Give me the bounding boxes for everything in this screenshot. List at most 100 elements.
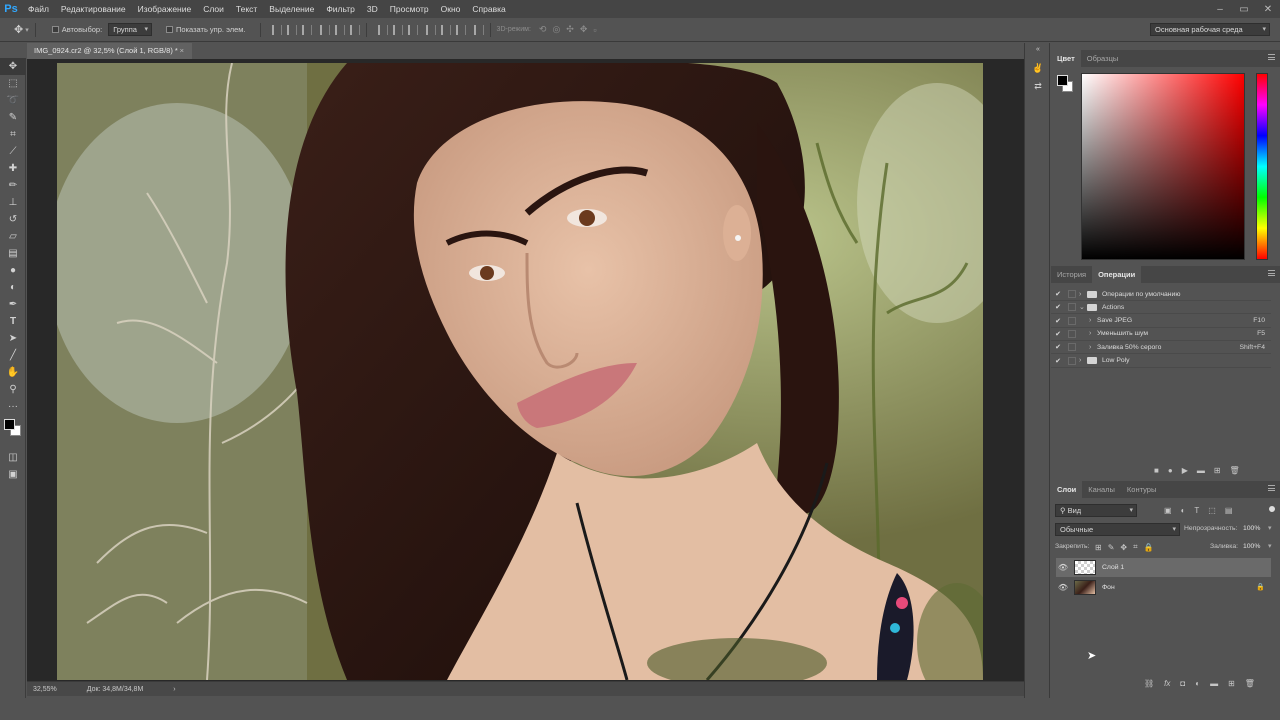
auto-align-icon[interactable] — [473, 24, 484, 35]
close-tab-icon[interactable]: × — [180, 43, 184, 59]
menu-item[interactable]: Слои — [197, 0, 230, 18]
menu-item[interactable]: Окно — [435, 0, 467, 18]
action-set-row[interactable]: ✔ › Low Poly — [1051, 355, 1271, 368]
hand-tool-icon[interactable]: ✋ — [0, 364, 26, 381]
action-toggle-check-icon[interactable]: ✔ — [1051, 330, 1065, 338]
filter-shape-icon[interactable]: ⬚ — [1208, 506, 1216, 515]
gradient-tool-icon[interactable]: ▤ — [0, 245, 26, 262]
opacity-chevron-icon[interactable]: ▾ — [1268, 524, 1272, 532]
3d-rotate-icon[interactable]: ⟲ — [539, 24, 547, 35]
opacity-value[interactable]: 100% — [1243, 525, 1260, 532]
menu-item[interactable]: Просмотр — [384, 0, 435, 18]
tab-actions[interactable]: Операции — [1092, 266, 1142, 283]
eyedropper-tool-icon[interactable]: ⟋ — [0, 143, 26, 160]
fg-bg-mini-swatch[interactable] — [1057, 75, 1073, 93]
menu-item[interactable]: Текст — [230, 0, 263, 18]
dialog-toggle-box[interactable] — [1068, 303, 1076, 312]
filter-type-icon[interactable]: T — [1194, 506, 1199, 515]
healing-brush-tool-icon[interactable]: ✚ — [0, 160, 26, 177]
3d-slide-icon[interactable]: ✥ — [580, 24, 588, 35]
layer-name[interactable]: Фон — [1102, 584, 1115, 591]
align-right-icon[interactable] — [349, 24, 360, 35]
lock-position-icon[interactable]: ✥ — [1120, 543, 1127, 552]
marquee-tool-icon[interactable]: ⬚ — [0, 75, 26, 92]
link-layers-icon[interactable]: ⛓ — [1144, 679, 1154, 688]
photo-canvas[interactable] — [57, 63, 983, 680]
lock-all-icon[interactable]: 🔒 — [1144, 543, 1154, 552]
visibility-eye-icon[interactable]: 👁 — [1056, 563, 1070, 572]
expand-arrow-down-icon[interactable]: ⌄ — [1079, 303, 1087, 311]
zoom-level[interactable]: 32,55% — [33, 686, 57, 693]
distribute-top-icon[interactable] — [377, 24, 388, 35]
dialog-toggle-box[interactable] — [1068, 343, 1076, 352]
align-hcenter-icon[interactable] — [334, 24, 345, 35]
new-layer-icon[interactable]: ⊞ — [1228, 679, 1235, 688]
stop-icon[interactable]: ■ — [1154, 466, 1159, 475]
eraser-tool-icon[interactable]: ▱ — [0, 228, 26, 245]
type-tool-icon[interactable]: T — [0, 313, 26, 330]
brush-tool-icon[interactable]: ✏ — [0, 177, 26, 194]
dialog-toggle-box[interactable] — [1068, 290, 1076, 298]
menu-item[interactable]: Изображение — [132, 0, 198, 18]
layer-filter-dropdown[interactable]: ⚲ Вид — [1055, 504, 1137, 517]
expand-arrow-right-icon[interactable]: › — [1079, 291, 1087, 298]
new-group-icon[interactable]: ▬ — [1210, 679, 1218, 688]
expand-arrow-right-icon[interactable]: › — [1089, 330, 1097, 337]
distribute-bottom-icon[interactable] — [407, 24, 418, 35]
tab-color[interactable]: Цвет — [1051, 50, 1081, 67]
3d-roll-icon[interactable]: ◎ — [552, 24, 560, 35]
tab-paths[interactable]: Контуры — [1121, 481, 1162, 498]
pen-tool-icon[interactable]: ✒ — [0, 296, 26, 313]
blend-mode-dropdown[interactable]: Обычные — [1055, 523, 1180, 536]
action-toggle-check-icon[interactable]: ✔ — [1051, 303, 1065, 311]
fill-chevron-icon[interactable]: ▾ — [1268, 542, 1272, 550]
align-bottom-icon[interactable] — [301, 24, 312, 35]
close-icon[interactable]: ✕ — [1256, 0, 1280, 18]
lock-image-icon[interactable]: ✎ — [1108, 543, 1115, 552]
3d-drag-icon[interactable]: ✣ — [566, 24, 574, 35]
blur-tool-icon[interactable]: ● — [0, 262, 26, 279]
actions-panel-menu-icon[interactable] — [1268, 270, 1275, 276]
dialog-toggle-box[interactable] — [1068, 329, 1076, 338]
layer-name[interactable]: Слой 1 — [1102, 564, 1124, 571]
layers-panel-menu-icon[interactable] — [1268, 485, 1275, 491]
menu-item[interactable]: Справка — [466, 0, 511, 18]
document-tab[interactable]: IMG_0924.cr2 @ 32,5% (Слой 1, RGB/8) * × — [27, 43, 192, 59]
delete-layer-icon[interactable]: 🗑 — [1245, 679, 1255, 688]
lasso-tool-icon[interactable]: ➰ — [0, 92, 26, 109]
dialog-toggle-box[interactable] — [1068, 356, 1076, 365]
align-left-icon[interactable] — [319, 24, 330, 35]
action-set-row[interactable]: ✔ ⌄ Actions — [1051, 301, 1271, 315]
expand-arrow-right-icon[interactable]: › — [1079, 357, 1087, 364]
workspace-dropdown[interactable]: Основная рабочая среда — [1150, 23, 1270, 36]
layer-row[interactable]: 👁 Фон 🔒 — [1056, 578, 1271, 597]
move-tool-icon[interactable]: ✥ — [14, 23, 23, 36]
crop-tool-icon[interactable]: ⌗ — [0, 126, 26, 143]
maximize-icon[interactable]: ▭ — [1232, 0, 1256, 18]
menu-item[interactable]: Фильтр — [320, 0, 361, 18]
lock-transparent-icon[interactable]: ⊞ — [1095, 543, 1102, 552]
filter-smart-icon[interactable]: ▤ — [1225, 506, 1233, 515]
action-row[interactable]: ✔ › Уменьшить шум F5 — [1051, 328, 1271, 341]
more-tools-icon[interactable]: ··· — [0, 398, 26, 415]
fill-value[interactable]: 100% — [1243, 543, 1260, 550]
action-toggle-check-icon[interactable]: ✔ — [1051, 357, 1065, 365]
tab-history[interactable]: История — [1051, 266, 1092, 283]
new-set-icon[interactable]: ▬ — [1197, 466, 1205, 475]
collapse-arrows-icon[interactable]: « — [1025, 43, 1051, 55]
menu-item[interactable]: Редактирование — [55, 0, 132, 18]
action-row[interactable]: ✔ › Save JPEG F10 — [1051, 315, 1271, 328]
autoselect-checkbox[interactable] — [51, 26, 59, 33]
dialog-toggle-box[interactable] — [1068, 316, 1076, 325]
visibility-eye-icon[interactable]: 👁 — [1056, 583, 1070, 592]
layer-mask-icon[interactable]: ◘ — [1180, 679, 1185, 688]
canvas-area[interactable] — [27, 59, 1024, 681]
new-action-icon[interactable]: ⊞ — [1214, 466, 1221, 475]
status-menu-arrow-icon[interactable]: › — [173, 686, 175, 693]
expand-arrow-right-icon[interactable]: › — [1089, 317, 1097, 324]
record-icon[interactable]: ● — [1168, 466, 1173, 475]
path-selection-tool-icon[interactable]: ➤ — [0, 330, 26, 347]
color-field[interactable] — [1081, 73, 1245, 260]
hue-slider[interactable] — [1256, 73, 1268, 260]
tab-swatches[interactable]: Образцы — [1081, 50, 1125, 67]
